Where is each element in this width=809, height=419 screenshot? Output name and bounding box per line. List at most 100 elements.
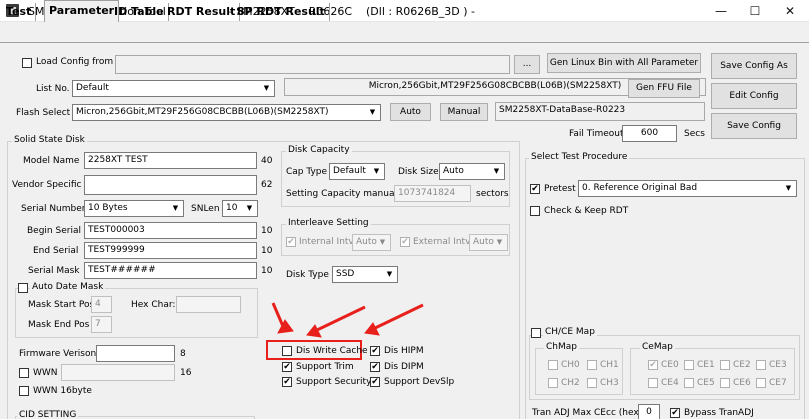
browse-button[interactable]: ... <box>514 55 540 74</box>
pretest-select[interactable]: 0. Reference Original Bad ▼ <box>578 180 797 197</box>
ce0-label: CE0 <box>661 360 679 370</box>
save-config-as-button[interactable]: Save Config As <box>711 53 797 79</box>
tab-parameter[interactable]: Parameter <box>44 0 120 22</box>
internal-intv-checkbox[interactable]: ✔ <box>286 237 296 247</box>
serial-mask-label: Serial Mask <box>28 266 80 276</box>
tab-rdt-result[interactable]: RDT Result <box>163 3 241 21</box>
dis-write-cache-checkbox[interactable] <box>282 346 292 356</box>
pretest-checkbox[interactable]: ✔ <box>530 184 540 194</box>
wwn-input[interactable] <box>61 364 175 381</box>
gen-ffu-file-button[interactable]: Gen FFU File <box>628 79 700 98</box>
test-procedure-title: Select Test Procedure <box>529 152 630 163</box>
save-config-button[interactable]: Save Config <box>711 113 797 139</box>
begin-serial-label: Begin Serial <box>27 226 81 236</box>
snlen-select[interactable]: 10 ▼ <box>222 200 258 217</box>
model-name-label: Model Name <box>23 156 80 166</box>
load-config-checkbox[interactable] <box>22 58 32 68</box>
tab-test[interactable]: Test <box>2 3 37 21</box>
begin-serial-length: 10 <box>261 226 273 236</box>
ch1-checkbox[interactable] <box>587 360 597 370</box>
ch3-checkbox[interactable] <box>587 378 597 388</box>
tran-adj-input[interactable]: 0 <box>638 404 660 419</box>
manual-button[interactable]: Manual <box>440 103 488 121</box>
firmware-version-input[interactable] <box>96 345 175 362</box>
internal-intv-value: Auto <box>356 237 377 247</box>
ch0-checkbox[interactable] <box>548 360 558 370</box>
tab-8p-rdt-result[interactable]: 8P RDT Result <box>233 3 330 21</box>
fail-timeout-input[interactable]: 600 <box>622 125 677 142</box>
disk-capacity-title: Disk Capacity <box>286 145 352 156</box>
interleave-setting-title: Interleave Setting <box>286 218 371 229</box>
load-config-path[interactable] <box>115 55 510 74</box>
ch-ce-map-checkbox[interactable] <box>531 328 541 338</box>
support-trim-label: Support Trim <box>296 362 354 372</box>
chevron-down-icon: ▼ <box>263 84 270 92</box>
end-serial-length: 10 <box>261 246 273 256</box>
ce1-checkbox[interactable] <box>684 360 694 370</box>
disk-type-select[interactable]: SSD ▼ <box>332 266 398 283</box>
ce6-checkbox[interactable] <box>720 378 730 388</box>
minimize-button[interactable]: — <box>707 2 735 20</box>
check-keep-rdt-label: Check & Keep RDT <box>544 206 629 216</box>
chevron-down-icon: ▼ <box>373 167 380 175</box>
close-button[interactable]: ✕ <box>776 2 804 20</box>
auto-button[interactable]: Auto <box>390 103 431 121</box>
ce6-label: CE6 <box>733 378 751 388</box>
firmware-version-label: Firmware Verison <box>19 349 97 359</box>
external-intv-select[interactable]: Auto ▼ <box>469 234 508 251</box>
dis-hipm-checkbox[interactable]: ✔ <box>370 346 380 356</box>
database-field: SM2258XT-DataBase-R0223 <box>495 102 705 121</box>
support-devslp-checkbox[interactable]: ✔ <box>370 377 380 387</box>
edit-config-button[interactable]: Edit Config <box>711 83 797 109</box>
support-trim-checkbox[interactable]: ✔ <box>282 362 292 372</box>
hex-char-input[interactable] <box>176 296 241 313</box>
external-intv-checkbox[interactable]: ✔ <box>400 237 410 247</box>
bypass-tranadj-checkbox[interactable]: ✔ <box>670 408 680 418</box>
ce4-checkbox[interactable] <box>648 378 658 388</box>
annotation-arrows <box>271 302 424 338</box>
ch2-checkbox[interactable] <box>548 378 558 388</box>
wwn-16byte-checkbox[interactable] <box>19 386 29 396</box>
serial-number-select[interactable]: 10 Bytes ▼ <box>84 200 184 217</box>
ce0-checkbox[interactable]: ✔ <box>648 360 658 370</box>
auto-date-mask-checkbox[interactable] <box>18 283 28 293</box>
flash-select-value: Micron,256Gbit,MT29F256G08CBCBB(L06B)(SM… <box>76 107 329 117</box>
serial-mask-input[interactable]: TEST###### <box>84 262 257 279</box>
maximize-button[interactable]: ☐ <box>741 2 769 20</box>
internal-intv-label: Internal Intv <box>299 237 354 247</box>
chevron-down-icon: ▼ <box>496 238 503 246</box>
ce7-checkbox[interactable] <box>756 378 766 388</box>
gen-linux-bin-button[interactable]: Gen Linux Bin with All Parameter <box>547 53 701 73</box>
model-name-input[interactable]: 2258XT TEST <box>84 152 257 169</box>
vendor-specific-length: 62 <box>261 180 273 190</box>
ce2-checkbox[interactable] <box>720 360 730 370</box>
wwn-checkbox[interactable] <box>19 368 29 378</box>
ce5-checkbox[interactable] <box>684 378 694 388</box>
begin-serial-input[interactable]: TEST000003 <box>84 222 257 239</box>
ce5-label: CE5 <box>697 378 715 388</box>
mask-start-pos-input[interactable]: 4 <box>91 296 112 313</box>
cap-type-select[interactable]: Default ▼ <box>329 163 385 180</box>
setting-capacity-input[interactable]: 1073741824 <box>394 185 471 202</box>
mask-end-pos-input[interactable]: 7 <box>91 316 112 333</box>
dis-dipm-checkbox[interactable]: ✔ <box>370 362 380 372</box>
flash-select-label: Flash Select <box>16 108 71 118</box>
support-devslp-label: Support DevSlp <box>384 377 455 387</box>
end-serial-input[interactable]: TEST999999 <box>84 242 257 259</box>
list-no-select[interactable]: Default ▼ <box>72 80 275 97</box>
internal-intv-select[interactable]: Auto ▼ <box>352 234 391 251</box>
ce3-checkbox[interactable] <box>756 360 766 370</box>
external-intv-label: External Intv <box>413 237 471 247</box>
check-keep-rdt-checkbox[interactable] <box>530 206 540 216</box>
disk-type-label: Disk Type <box>286 270 329 280</box>
support-security-checkbox[interactable]: ✔ <box>282 377 292 387</box>
flash-select[interactable]: Micron,256Gbit,MT29F256G08CBCBB(L06B)(SM… <box>72 104 381 121</box>
hex-char-label: Hex Char: <box>131 300 176 310</box>
disk-size-select[interactable]: Auto ▼ <box>439 163 505 180</box>
end-serial-label: End Serial <box>33 246 79 256</box>
solid-state-disk-title: Solid State Disk <box>12 135 87 146</box>
chevron-down-icon: ▼ <box>246 204 253 212</box>
vendor-specific-input[interactable] <box>84 175 257 195</box>
tab-id-table[interactable]: ID Table <box>110 3 169 21</box>
setting-capacity-label: Setting Capacity manually <box>286 189 405 199</box>
